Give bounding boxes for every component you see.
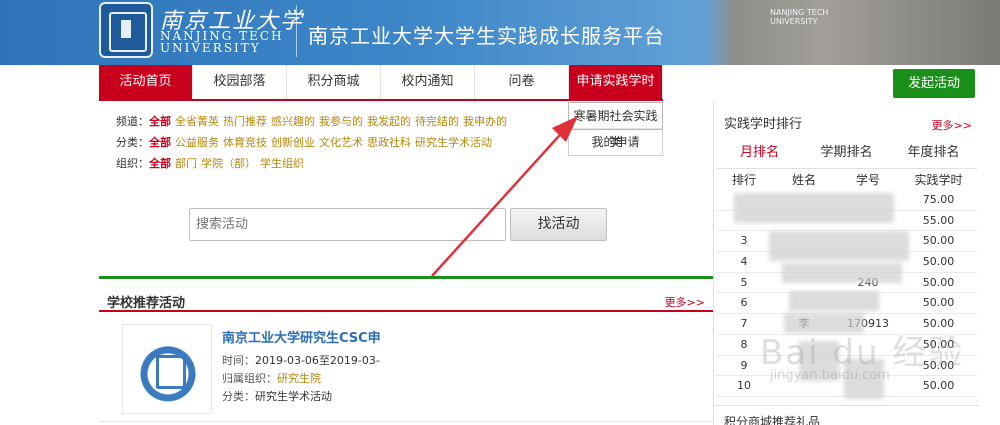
activity-card-org: 归属组织：研究生院 (222, 370, 321, 386)
recommended-more-link[interactable]: 更多>> (665, 294, 705, 310)
org-value[interactable]: 研究生院 (277, 372, 321, 385)
watermark-url: jingyan.baidu.com (770, 368, 890, 383)
university-seal-icon (99, 2, 153, 58)
category-value: 研究生学术活动 (255, 390, 332, 403)
time-label: 时间： (222, 354, 255, 367)
rank-cell: 3 (740, 234, 748, 248)
activity-card-title[interactable]: 南京工业大学研究生CSC申 (222, 327, 381, 346)
nav-item-home[interactable]: 活动首页 (99, 65, 193, 99)
left-gutter (0, 65, 99, 425)
search-input[interactable] (189, 208, 506, 241)
filter-option[interactable]: 研究生学术活动 (415, 136, 492, 149)
rank-cell: 5 (740, 275, 748, 289)
filter-option[interactable]: 部门 (175, 157, 197, 170)
apply-hours-dropdown: 寒暑期社会实践类 我的申请 (568, 102, 663, 156)
filter-option[interactable]: 待完结的 (415, 115, 459, 128)
divider (714, 405, 979, 406)
dropdown-item-my-applications[interactable]: 我的申请 (569, 129, 662, 155)
rank-cell: 6 (740, 296, 748, 310)
filter-option[interactable]: 学生组织 (260, 157, 304, 170)
ranking-more-link[interactable]: 更多>> (932, 117, 972, 133)
filter-option-all[interactable]: 全部 (149, 157, 171, 170)
header-divider (296, 5, 297, 57)
nav-item-notices[interactable]: 校内通知 (381, 65, 475, 99)
filter-option-all[interactable]: 全部 (149, 136, 171, 149)
main-nav: 活动首页 校园部落 积分商城 校内通知 问卷 申请实践学时 (99, 65, 663, 101)
filter-label: 分类： (116, 136, 149, 149)
privacy-blur (782, 263, 902, 283)
activity-card-time: 时间：2019-03-06至2019-03- (222, 352, 380, 368)
filter-option[interactable]: 我发起的 (367, 115, 411, 128)
filter-option-all[interactable]: 全部 (149, 115, 171, 128)
hours-cell: 50.00 (922, 379, 955, 393)
hours-cell: 50.00 (922, 296, 955, 310)
privacy-blur (789, 291, 879, 311)
dropdown-item-summer-practice[interactable]: 寒暑期社会实践类 (568, 102, 663, 149)
filter-option[interactable]: 思政社科 (367, 136, 411, 149)
filter-option[interactable]: 热门推荐 (223, 115, 267, 128)
column-header-name: 姓名 (791, 173, 816, 187)
watermark-logo: Bai du 经验 (760, 333, 965, 373)
section-accent-bar (99, 276, 713, 279)
filter-option[interactable]: 创新创业 (271, 136, 315, 149)
university-seal-icon (137, 331, 199, 409)
search-button[interactable]: 找活动 (510, 208, 607, 241)
launch-activity-button[interactable]: 发起活动 (893, 69, 975, 98)
filter-label: 频道： (116, 115, 149, 128)
hours-cell: 75.00 (922, 193, 955, 206)
filter-panel: 频道：全部 全省菁英 热门推荐 感兴趣的 我参与的 我发起的 待完结的 我申办的 分类：全部公… (116, 113, 576, 176)
filter-option[interactable]: 感兴趣的 (271, 115, 315, 128)
category-label: 分类： (222, 390, 255, 403)
page: 南京工业大学 NANJING TECH UNIVERSITY 南京工业大学大学生… (0, 0, 1000, 425)
site-header: 南京工业大学 NANJING TECH UNIVERSITY 南京工业大学大学生… (0, 0, 1000, 65)
rank-cell: 4 (740, 255, 748, 269)
privacy-blur (734, 193, 894, 223)
column-header-hours: 实践学时 (914, 173, 963, 187)
hours-cell: 50.00 (922, 255, 955, 269)
campus-photo-caption: NANJING TECH UNIVERSITY (770, 8, 828, 26)
hours-cell: 50.00 (922, 234, 955, 248)
ranking-table-header: 排行 姓名 学号 实践学时 (716, 171, 977, 189)
hours-cell: 55.00 (922, 213, 955, 227)
points-mall-gifts-title: 积分商城推荐礼品 (724, 415, 821, 425)
filter-option[interactable]: 我参与的 (319, 115, 363, 128)
nav-item-points-mall[interactable]: 积分商城 (287, 65, 381, 99)
tab-semester[interactable]: 学期排名 (803, 136, 890, 168)
filter-option[interactable]: 全省菁英 (175, 115, 219, 128)
filter-option[interactable]: 公益服务 (175, 136, 219, 149)
filter-row-channel: 频道：全部 全省菁英 热门推荐 感兴趣的 我参与的 我发起的 待完结的 我申办的 (116, 113, 576, 134)
filter-label: 组织： (116, 157, 149, 170)
filter-option[interactable]: 文化艺术 (319, 136, 363, 149)
filter-row-category: 分类：全部 公益服务 体育竞技 创新创业 文化艺术 思政社科 研究生学术活动 (116, 134, 576, 155)
filter-option[interactable]: 我申办的 (463, 115, 507, 128)
activity-card-category: 分类：研究生学术活动 (222, 388, 332, 404)
nav-item-survey[interactable]: 问卷 (475, 65, 569, 99)
column-header-rank: 排行 (731, 173, 756, 187)
recommended-header: 学校推荐活动 更多>> (99, 280, 713, 312)
ranking-title: 实践学时排行 (724, 117, 803, 132)
recommended-title: 学校推荐活动 (107, 296, 186, 311)
nav-item-campus-tribe[interactable]: 校园部落 (193, 65, 287, 99)
ranking-tabs: 月排名 学期排名 年度排名 (716, 136, 977, 169)
divider (99, 421, 713, 422)
campus-photo (705, 0, 1000, 65)
org-label: 归属组织： (222, 372, 277, 385)
rank-cell: 10 (737, 379, 751, 393)
tab-monthly[interactable]: 月排名 (716, 136, 803, 168)
privacy-blur (769, 231, 909, 261)
filter-row-org: 组织：全部 部门 学院（部） 学生组织 (116, 155, 576, 176)
tab-annual[interactable]: 年度排名 (890, 136, 977, 168)
filter-option[interactable]: 学院（部） (201, 157, 256, 170)
column-header-id: 学号 (855, 173, 880, 187)
activity-card-image[interactable] (122, 324, 212, 414)
campus-photo-caption-line2: UNIVERSITY (770, 17, 818, 26)
campus-photo-caption-line1: NANJING TECH (770, 8, 829, 17)
filter-option[interactable]: 体育竞技 (223, 136, 267, 149)
time-value: 2019-03-06至2019-03- (255, 354, 380, 367)
nav-item-apply-hours[interactable]: 申请实践学时 (569, 65, 663, 99)
logo-english-name: NANJING TECH UNIVERSITY (160, 30, 284, 54)
hours-cell: 50.00 (922, 275, 955, 289)
logo-english-line2: UNIVERSITY (160, 41, 261, 55)
platform-title: 南京工业大学大学生实践成长服务平台 (308, 24, 665, 48)
